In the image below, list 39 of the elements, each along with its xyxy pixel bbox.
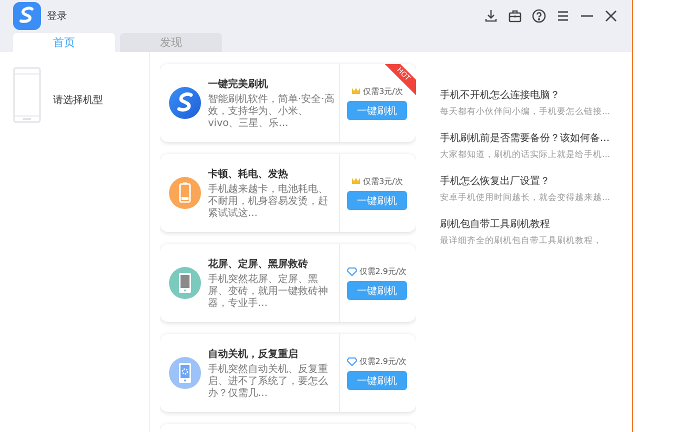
article-title[interactable]: 手机怎么恢复出厂设置？ (440, 174, 632, 188)
card-title: 自动关机，反复重启 (208, 347, 299, 360)
card[interactable]: 卡顿、耗电、发热 手机越来越卡，电池耗电、不耐用，机身容易发烫，赶紧试试这... 仅需3元/次 一键刷机 (160, 154, 416, 232)
card-description: 手机越来越卡，电池耗电、不耐用，机身容易发烫，赶紧试试这... (208, 184, 329, 220)
login-link[interactable]: 登录 (47, 9, 67, 23)
price-text: 仅需3元/次 (363, 86, 403, 97)
card-description: 手机突然自动关机、反复重启、进不了系统了，要怎么办？仅需几... (208, 364, 329, 400)
help-icon[interactable] (532, 9, 546, 23)
card[interactable]: 自动关机，反复重启 手机突然自动关机、反复重启、进不了系统了，要怎么办？仅需几... 仅需2.9元/次 一键刷机 (160, 334, 416, 412)
select-model-label[interactable]: 请选择机型 (53, 93, 103, 107)
price-text: 仅需3元/次 (363, 176, 403, 187)
download-icon[interactable] (484, 9, 498, 23)
phone-gear-icon (168, 356, 202, 390)
article-summary: 每天都有小伙伴问小编，手机要怎么链接... (440, 106, 612, 118)
card-description: 智能刷机软件，简单·安全·高效，支持华为、小米、vivo、三星、乐... (208, 94, 335, 130)
card-description: 手机突然花屏、定屏、黑屏、变砖，就用一键救砖神器，专业手... (208, 274, 329, 310)
phone-icon (168, 266, 202, 300)
card[interactable]: 花屏、定屏、黑屏救砖 手机突然花屏、定屏、黑屏、变砖，就用一键救砖神器，专业手... 仅需2.9元/次 一键刷机 (160, 244, 416, 322)
close-icon[interactable] (604, 9, 618, 23)
article-title[interactable]: 手机刷机前是否需要备份？该如何备... (440, 131, 632, 145)
diamond-icon (347, 357, 358, 366)
card-title: 一键完美刷机 (208, 77, 269, 90)
price-text: 仅需2.9元/次 (359, 266, 407, 277)
article-summary: 最详细齐全的刷机包自带工具刷机教程， (440, 235, 603, 247)
battery-icon (168, 176, 202, 210)
article-summary: 大家都知道，刷机的话实际上就是给手机... (440, 149, 612, 161)
article-title[interactable]: 刷机包自带工具刷机教程 (440, 217, 632, 231)
card-title: 花屏、定屏、黑屏救砖 (208, 257, 309, 270)
crown-icon (351, 87, 362, 96)
briefcase-icon[interactable] (508, 9, 522, 23)
diamond-icon (347, 267, 358, 276)
article-summary: 安卓手机使用时间越长，就会变得越来越... (440, 192, 612, 204)
card-title: 卡顿、耗电、发热 (208, 168, 289, 180)
price-text: 仅需2.9元/次 (359, 356, 407, 367)
app-logo-icon (13, 2, 41, 30)
menu-icon[interactable] (556, 9, 570, 23)
logo-icon (168, 86, 202, 120)
crown-icon (351, 177, 362, 186)
article-title[interactable]: 手机不开机怎么连接电脑？ (440, 88, 632, 102)
